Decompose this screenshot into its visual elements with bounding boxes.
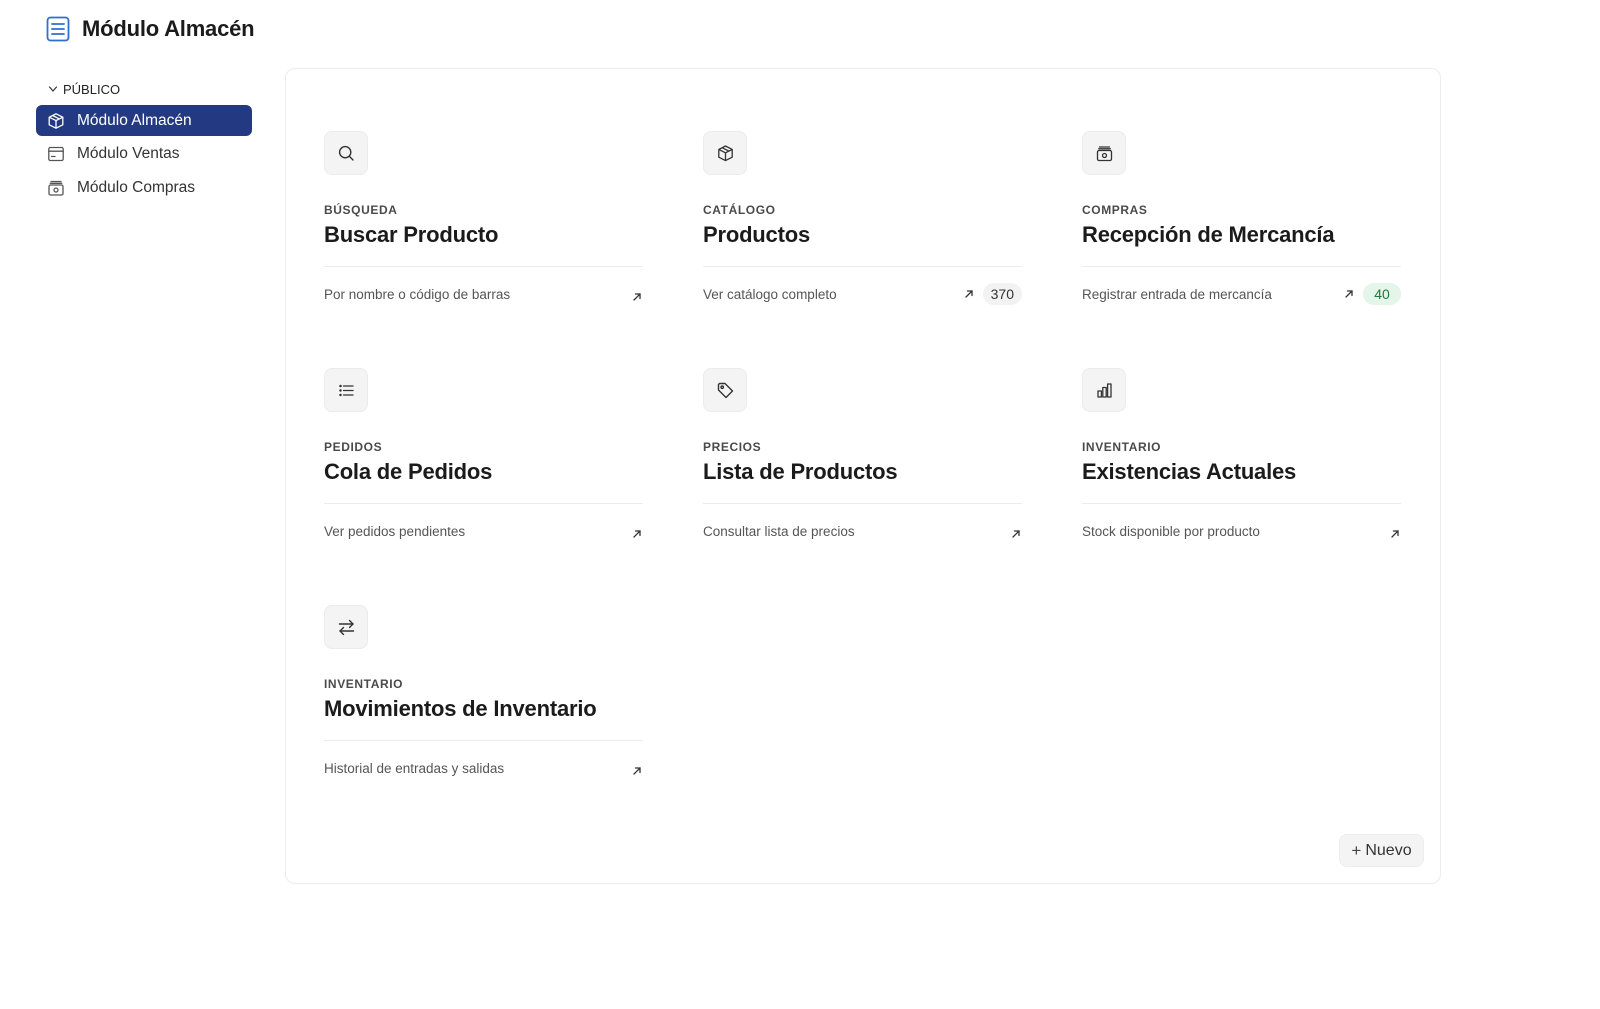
card-divider — [324, 266, 643, 267]
card-buscar-producto[interactable]: BÚSQUEDA Buscar Producto Por nombre o có… — [324, 131, 643, 305]
count-badge: 40 — [1363, 283, 1401, 305]
new-button[interactable]: + Nuevo — [1339, 834, 1424, 867]
bar-chart-icon — [1096, 382, 1112, 398]
new-button-label: Nuevo — [1365, 841, 1412, 859]
window-icon — [48, 146, 64, 162]
card-divider — [703, 266, 1022, 267]
card-title: Recepción de Mercancía — [1082, 222, 1335, 247]
card-icon-tile — [703, 368, 747, 412]
card-icon-tile — [324, 368, 368, 412]
card-category: COMPRAS — [1082, 203, 1148, 217]
card-description: Por nombre o código de barras — [324, 286, 511, 302]
card-footer: Consultar lista de precios — [703, 520, 1022, 542]
card-divider — [324, 740, 643, 741]
box-icon — [48, 112, 64, 129]
arrow-up-right-icon — [1343, 288, 1355, 300]
sidebar-section-label: PÚBLICO — [63, 81, 121, 97]
tag-icon — [717, 382, 733, 398]
card-lista-de-productos[interactable]: PRECIOS Lista de Productos Consultar lis… — [703, 368, 1022, 542]
card-footer: Historial de entradas y salidas — [324, 757, 643, 779]
card-movimientos-de-inventario[interactable]: INVENTARIO Movimientos de Inventario His… — [324, 605, 643, 779]
card-footer: Por nombre o código de barras — [324, 283, 643, 305]
card-icon-tile — [324, 131, 368, 175]
card-recepcion-de-mercancia[interactable]: COMPRAS Recepción de Mercancía Registrar… — [1082, 131, 1401, 305]
search-icon — [338, 145, 354, 161]
card-icon-tile — [1082, 131, 1126, 175]
card-divider — [1082, 266, 1401, 267]
card-title: Productos — [703, 222, 810, 247]
document-list-icon — [46, 16, 70, 42]
card-description: Registrar entrada de mercancía — [1082, 286, 1272, 302]
sidebar: PÚBLICO Módulo Almacén Módulo Ventas Mód… — [36, 80, 252, 206]
sidebar-item-modulo-ventas[interactable]: Módulo Ventas — [36, 139, 252, 170]
card-footer: Stock disponible por producto — [1082, 520, 1401, 542]
card-title: Movimientos de Inventario — [324, 696, 597, 721]
arrow-up-right-icon — [631, 291, 643, 303]
card-title: Buscar Producto — [324, 222, 499, 247]
card-title: Existencias Actuales — [1082, 459, 1297, 484]
sidebar-section-toggle[interactable]: PÚBLICO — [36, 80, 252, 98]
card-title: Cola de Pedidos — [324, 459, 493, 484]
card-icon-tile — [324, 605, 368, 649]
sidebar-item-label: Módulo Almacén — [77, 111, 192, 129]
card-category: PEDIDOS — [324, 440, 383, 454]
count-badge: 370 — [982, 283, 1022, 305]
card-description: Consultar lista de precios — [703, 523, 855, 539]
card-category: INVENTARIO — [1082, 440, 1162, 454]
card-category: INVENTARIO — [324, 677, 404, 691]
plus-icon: + — [1351, 840, 1362, 860]
card-divider — [324, 503, 643, 504]
card-description: Ver pedidos pendientes — [324, 523, 466, 539]
card-description: Ver catálogo completo — [703, 286, 837, 302]
chevron-down-icon — [48, 86, 58, 92]
sidebar-item-modulo-almacen[interactable]: Módulo Almacén — [36, 105, 252, 136]
card-description: Stock disponible por producto — [1082, 523, 1260, 539]
card-footer: Registrar entrada de mercancía 40 — [1082, 283, 1401, 305]
sidebar-item-label: Módulo Compras — [77, 178, 196, 196]
arrow-up-right-icon — [631, 528, 643, 540]
sidebar-item-label: Módulo Ventas — [77, 145, 180, 162]
card-footer: Ver catálogo completo 370 — [703, 283, 1022, 305]
cash-register-icon — [48, 180, 64, 196]
box-icon — [717, 144, 733, 161]
arrow-up-right-icon — [963, 288, 975, 300]
card-cola-de-pedidos[interactable]: PEDIDOS Cola de Pedidos Ver pedidos pend… — [324, 368, 643, 542]
card-divider — [703, 503, 1022, 504]
card-divider — [1082, 503, 1401, 504]
card-category: CATÁLOGO — [703, 203, 776, 217]
page-title: Módulo Almacén — [82, 16, 255, 41]
card-description: Historial de entradas y salidas — [324, 760, 505, 776]
sidebar-item-modulo-compras[interactable]: Módulo Compras — [36, 172, 252, 203]
page-header: Módulo Almacén — [46, 16, 255, 42]
card-category: PRECIOS — [703, 440, 762, 454]
card-title: Lista de Productos — [703, 459, 898, 484]
card-icon-tile — [703, 131, 747, 175]
card-category: BÚSQUEDA — [324, 203, 398, 217]
cash-register-icon — [1096, 145, 1112, 161]
swap-arrows-icon — [338, 619, 354, 635]
list-icon — [338, 384, 354, 396]
card-icon-tile — [1082, 368, 1126, 412]
arrow-up-right-icon — [1389, 528, 1401, 540]
card-existencias-actuales[interactable]: INVENTARIO Existencias Actuales Stock di… — [1082, 368, 1401, 542]
card-footer: Ver pedidos pendientes — [324, 520, 643, 542]
arrow-up-right-icon — [631, 765, 643, 777]
card-productos[interactable]: CATÁLOGO Productos Ver catálogo completo… — [703, 131, 1022, 305]
arrow-up-right-icon — [1010, 528, 1022, 540]
